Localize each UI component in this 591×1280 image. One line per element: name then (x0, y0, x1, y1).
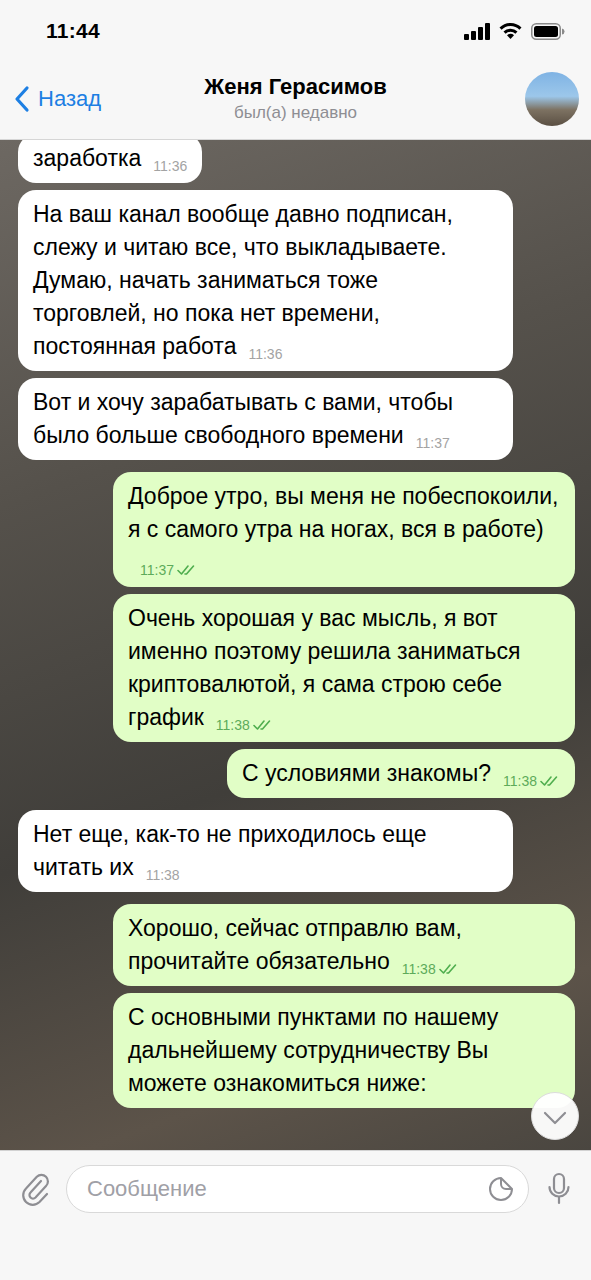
message-bubble[interactable]: С условиями знакомы? 11:38 (227, 749, 575, 798)
message-row: С основными пунктами по нашему дальнейше… (18, 993, 575, 1108)
read-check-icon (439, 963, 459, 975)
wifi-icon (498, 22, 523, 40)
message-bubble[interactable]: На ваш канал вообще давно подписан, слеж… (18, 190, 513, 371)
read-check-icon (177, 564, 197, 576)
avatar-photo[interactable] (525, 72, 579, 126)
message-text: Нет еще, как-то не приходилось еще читат… (33, 821, 427, 880)
message-input[interactable] (87, 1176, 480, 1202)
contact-name: Женя Герасимов (204, 74, 386, 100)
chevron-down-icon (543, 1111, 567, 1125)
read-check-icon (540, 775, 560, 787)
message-row: Очень хорошая у вас мысль, я вот именно … (18, 594, 575, 742)
message-row: Хорошо, сейчас отправлю вам, прочитайте … (18, 904, 575, 986)
message-time: 11:37 (140, 563, 174, 577)
message-row: заработка 11:36 (18, 140, 575, 183)
message-time: 11:37 (416, 436, 450, 450)
voice-button[interactable] (539, 1165, 579, 1213)
status-bar: 11:44 (0, 0, 591, 62)
message-field[interactable] (66, 1165, 529, 1213)
message-meta: 11:37 (140, 563, 197, 577)
message-meta: 11:38 (402, 962, 459, 976)
chevron-left-icon (14, 85, 30, 113)
message-text: На ваш канал вообще давно подписан, слеж… (33, 201, 453, 359)
last-seen: был(а) недавно (234, 103, 357, 123)
status-icons (464, 22, 565, 40)
microphone-icon (547, 1172, 571, 1206)
chat-screen: 11:44 Назад Женя Герасимов был(а) недавно за… (0, 0, 591, 1280)
message-time: 11:38 (146, 868, 180, 882)
message-bubble[interactable]: Хорошо, сейчас отправлю вам, прочитайте … (113, 904, 575, 986)
status-time: 11:44 (46, 19, 100, 43)
message-text: С условиями знакомы? (242, 760, 491, 786)
chat-title[interactable]: Женя Герасимов был(а) недавно (204, 74, 386, 123)
message-text: Доброе утро, вы меня не побеспокоили, я … (128, 483, 558, 542)
message-text: Очень хорошая у вас мысль, я вот именно … (128, 605, 520, 730)
attach-button[interactable] (16, 1165, 56, 1213)
message-meta: 11:38 (146, 868, 180, 882)
message-meta: 11:38 (503, 774, 560, 788)
message-time: 11:38 (503, 774, 537, 788)
message-row: С условиями знакомы? 11:38 (18, 749, 575, 798)
message-text: заработка (33, 145, 141, 171)
message-meta: 11:36 (153, 159, 187, 173)
back-label: Назад (38, 86, 101, 112)
message-time: 11:38 (216, 718, 250, 732)
message-row: Доброе утро, вы меня не побеспокоили, я … (18, 472, 575, 587)
back-button[interactable]: Назад (12, 81, 103, 117)
chat-header: Назад Женя Герасимов был(а) недавно (0, 62, 591, 140)
message-bubble[interactable]: Нет еще, как-то не приходилось еще читат… (18, 810, 513, 892)
paperclip-icon (21, 1172, 51, 1206)
message-bubble[interactable]: Вот и хочу зарабатывать с вами, чтобы бы… (18, 378, 513, 460)
message-time: 11:38 (402, 962, 436, 976)
message-text: С основными пунктами по нашему дальнейше… (128, 1004, 498, 1096)
message-row: На ваш канал вообще давно подписан, слеж… (18, 190, 575, 371)
scroll-down-button[interactable] (531, 1092, 579, 1140)
message-bubble[interactable]: Очень хорошая у вас мысль, я вот именно … (113, 594, 575, 742)
message-meta: 11:37 (416, 436, 450, 450)
message-time: 11:36 (153, 159, 187, 173)
message-time: 11:36 (248, 347, 282, 361)
message-bubble[interactable]: С основными пунктами по нашему дальнейше… (113, 993, 575, 1108)
message-text: Вот и хочу зарабатывать с вами, чтобы бы… (33, 389, 453, 448)
message-row: Нет еще, как-то не приходилось еще читат… (18, 810, 575, 892)
message-meta: 11:38 (216, 718, 273, 732)
message-list: заработка11:36На ваш канал вообще давно … (0, 140, 591, 1150)
composer (0, 1150, 591, 1280)
read-check-icon (253, 719, 273, 731)
message-meta: 11:36 (248, 347, 282, 361)
message-bubble[interactable]: заработка 11:36 (18, 140, 202, 183)
message-row: Вот и хочу зарабатывать с вами, чтобы бы… (18, 378, 575, 460)
signal-icon (464, 23, 490, 40)
battery-icon (531, 23, 565, 40)
sticker-icon[interactable] (488, 1176, 514, 1202)
message-bubble[interactable]: Доброе утро, вы меня не побеспокоили, я … (113, 472, 575, 587)
